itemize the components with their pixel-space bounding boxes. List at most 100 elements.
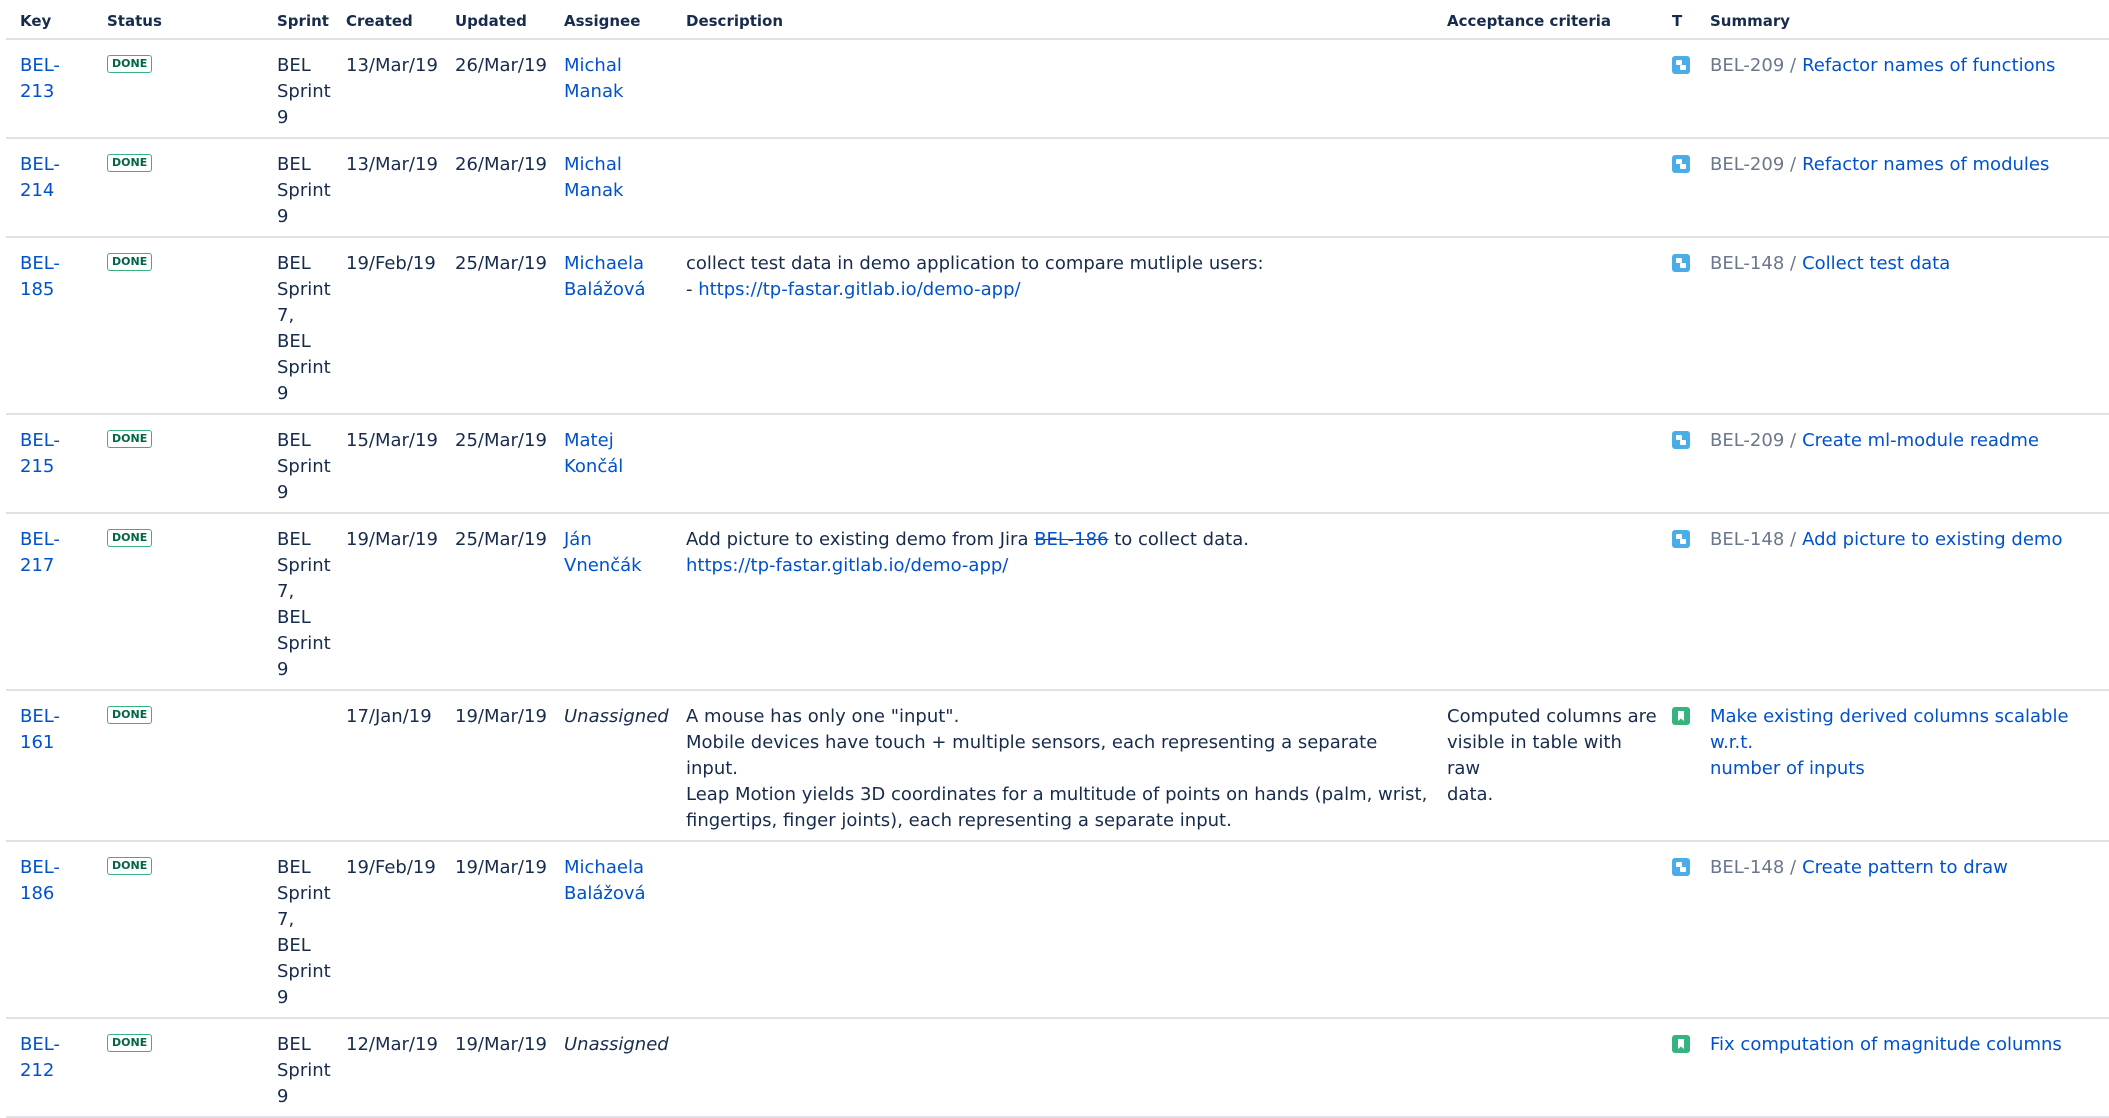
description-link[interactable]: https://tp-fastar.gitlab.io/demo-app/	[698, 279, 1020, 300]
acceptance-criteria-cell	[1433, 138, 1658, 238]
description-link[interactable]: https://tp-fastar.gitlab.io/demo-app/	[686, 555, 1008, 576]
status-badge: DONE	[107, 253, 153, 271]
status-badge: DONE	[107, 857, 153, 875]
subtask-icon	[1672, 530, 1690, 548]
sprint-cell: BEL Sprint 9	[263, 414, 332, 514]
acceptance-criteria-cell	[1433, 237, 1658, 415]
assignee-link[interactable]: Michal Manak	[550, 138, 672, 238]
status-badge: DONE	[107, 529, 153, 547]
column-header-status[interactable]: Status	[93, 0, 263, 40]
status-badge: DONE	[107, 706, 153, 724]
assignee-link[interactable]: Matej Končál	[550, 414, 672, 514]
column-header-key[interactable]: Key	[6, 0, 93, 40]
sprint-cell: BEL Sprint 9	[263, 39, 332, 139]
table-row: BEL-186 DONE BEL Sprint 7, BEL Sprint 9 19/F…	[6, 841, 2109, 1019]
table-row: BEL-213 DONE BEL Sprint 9 13/Mar/19 26/Mar…	[6, 39, 2109, 139]
description-cell: A mouse has only one "input". Mobile dev…	[672, 690, 1433, 842]
issue-key-link[interactable]: BEL-214	[20, 154, 60, 201]
sprint-cell: BEL Sprint 9	[263, 1018, 332, 1118]
acceptance-criteria-cell	[1433, 1018, 1658, 1118]
sprint-cell: BEL Sprint 7, BEL Sprint 9	[263, 513, 332, 691]
summary-link[interactable]: Make existing derived columns scalable w…	[1696, 690, 2109, 842]
header-row: Key Status Sprint Created Updated Assign…	[6, 0, 2109, 40]
column-header-acceptance-criteria[interactable]: Acceptance criteria	[1433, 0, 1658, 40]
created-date: 13/Mar/19	[332, 138, 441, 238]
summary-link[interactable]: Fix computation of magnitude columns	[1710, 1034, 2062, 1055]
acceptance-criteria-cell	[1433, 414, 1658, 514]
updated-date: 19/Mar/19	[441, 1018, 550, 1118]
issue-key-link[interactable]: BEL-217	[20, 529, 60, 576]
summary-link[interactable]: Create ml-module readme	[1802, 428, 2039, 454]
issue-key-link[interactable]: BEL-161	[20, 706, 60, 753]
subtask-icon	[1672, 858, 1690, 876]
description-text: collect test data in demo application to…	[686, 253, 1264, 274]
table-row: BEL-161 DONE 17/Jan/19 19/Mar/19 Unassig…	[6, 690, 2109, 842]
acceptance-criteria-cell: Computed columns are visible in table wi…	[1433, 690, 1658, 842]
parent-issue-key[interactable]: BEL-148 /	[1710, 855, 1796, 881]
column-header-type[interactable]: T	[1658, 0, 1696, 40]
description-cell	[672, 414, 1433, 514]
linked-issue-link[interactable]: BEL-186	[1034, 529, 1108, 550]
status-badge: DONE	[107, 55, 153, 73]
sprint-cell: BEL Sprint 7, BEL Sprint 9	[263, 237, 332, 415]
created-date: 17/Jan/19	[332, 690, 441, 842]
assignee-unassigned: Unassigned	[550, 690, 672, 842]
description-cell: collect test data in demo application to…	[672, 237, 1433, 415]
acceptance-criteria-cell	[1433, 39, 1658, 139]
updated-date: 25/Mar/19	[441, 237, 550, 415]
column-header-created[interactable]: Created	[332, 0, 441, 40]
summary-link[interactable]: Add picture to existing demo	[1802, 527, 2062, 553]
column-header-sprint[interactable]: Sprint	[263, 0, 332, 40]
assignee-unassigned: Unassigned	[550, 1018, 672, 1118]
issue-key-link[interactable]: BEL-213	[20, 55, 60, 102]
summary-link[interactable]: Collect test data	[1802, 251, 1950, 277]
table-row: BEL-214 DONE BEL Sprint 9 13/Mar/19 26/Mar…	[6, 138, 2109, 238]
updated-date: 25/Mar/19	[441, 414, 550, 514]
table-row: BEL-215 DONE BEL Sprint 9 15/Mar/19 25/Mar…	[6, 414, 2109, 514]
sprint-cell	[263, 690, 332, 842]
assignee-link[interactable]: Ján Vnenčák	[564, 529, 642, 576]
created-date: 19/Mar/19	[332, 513, 441, 691]
column-header-updated[interactable]: Updated	[441, 0, 550, 40]
column-header-summary[interactable]: Summary	[1696, 0, 2109, 40]
table-row: BEL-217 DONE BEL Sprint 7, BEL Sprint 9 19/M…	[6, 513, 2109, 691]
description-cell: Add picture to existing demo from Jira B…	[672, 513, 1433, 691]
story-icon	[1672, 1035, 1690, 1053]
parent-issue-key[interactable]: BEL-209 /	[1710, 428, 1796, 454]
parent-issue-key[interactable]: BEL-148 /	[1710, 251, 1796, 277]
issue-key-link[interactable]: BEL-185	[20, 253, 60, 300]
summary-link[interactable]: Refactor names of functions	[1802, 53, 2055, 79]
description-text: Add picture to existing demo from Jira	[686, 529, 1035, 550]
summary-link[interactable]: Create pattern to draw	[1802, 855, 2008, 881]
issue-key-link[interactable]: BEL-212	[20, 1034, 60, 1081]
assignee-link[interactable]: Michal Manak	[550, 39, 672, 139]
issue-key-link[interactable]: BEL-215	[20, 430, 60, 477]
status-badge: DONE	[107, 154, 153, 172]
sprint-cell: BEL Sprint 9	[263, 138, 332, 238]
description-cell	[672, 1018, 1433, 1118]
updated-date: 25/Mar/19	[441, 513, 550, 691]
parent-issue-key[interactable]: BEL-148 /	[1710, 527, 1796, 553]
column-header-assignee[interactable]: Assignee	[550, 0, 672, 40]
table-row: BEL-185 DONE BEL Sprint 7, BEL Sprint 9 19/F…	[6, 237, 2109, 415]
description-cell	[672, 138, 1433, 238]
assignee-link[interactable]: Michaela Balážová	[550, 237, 672, 415]
acceptance-criteria-cell	[1433, 841, 1658, 1019]
issues-table: Key Status Sprint Created Updated Assign…	[6, 0, 2109, 1118]
created-date: 15/Mar/19	[332, 414, 441, 514]
subtask-icon	[1672, 155, 1690, 173]
issue-key-link[interactable]: BEL-186	[20, 857, 60, 904]
column-header-description[interactable]: Description	[672, 0, 1433, 40]
acceptance-criteria-cell	[1433, 513, 1658, 691]
updated-date: 19/Mar/19	[441, 841, 550, 1019]
subtask-icon	[1672, 431, 1690, 449]
created-date: 19/Feb/19	[332, 841, 441, 1019]
created-date: 12/Mar/19	[332, 1018, 441, 1118]
summary-link[interactable]: Refactor names of modules	[1802, 152, 2049, 178]
subtask-icon	[1672, 56, 1690, 74]
assignee-link[interactable]: Michaela Balážová	[550, 841, 672, 1019]
parent-issue-key[interactable]: BEL-209 /	[1710, 53, 1796, 79]
status-badge: DONE	[107, 430, 153, 448]
subtask-icon	[1672, 254, 1690, 272]
parent-issue-key[interactable]: BEL-209 /	[1710, 152, 1796, 178]
